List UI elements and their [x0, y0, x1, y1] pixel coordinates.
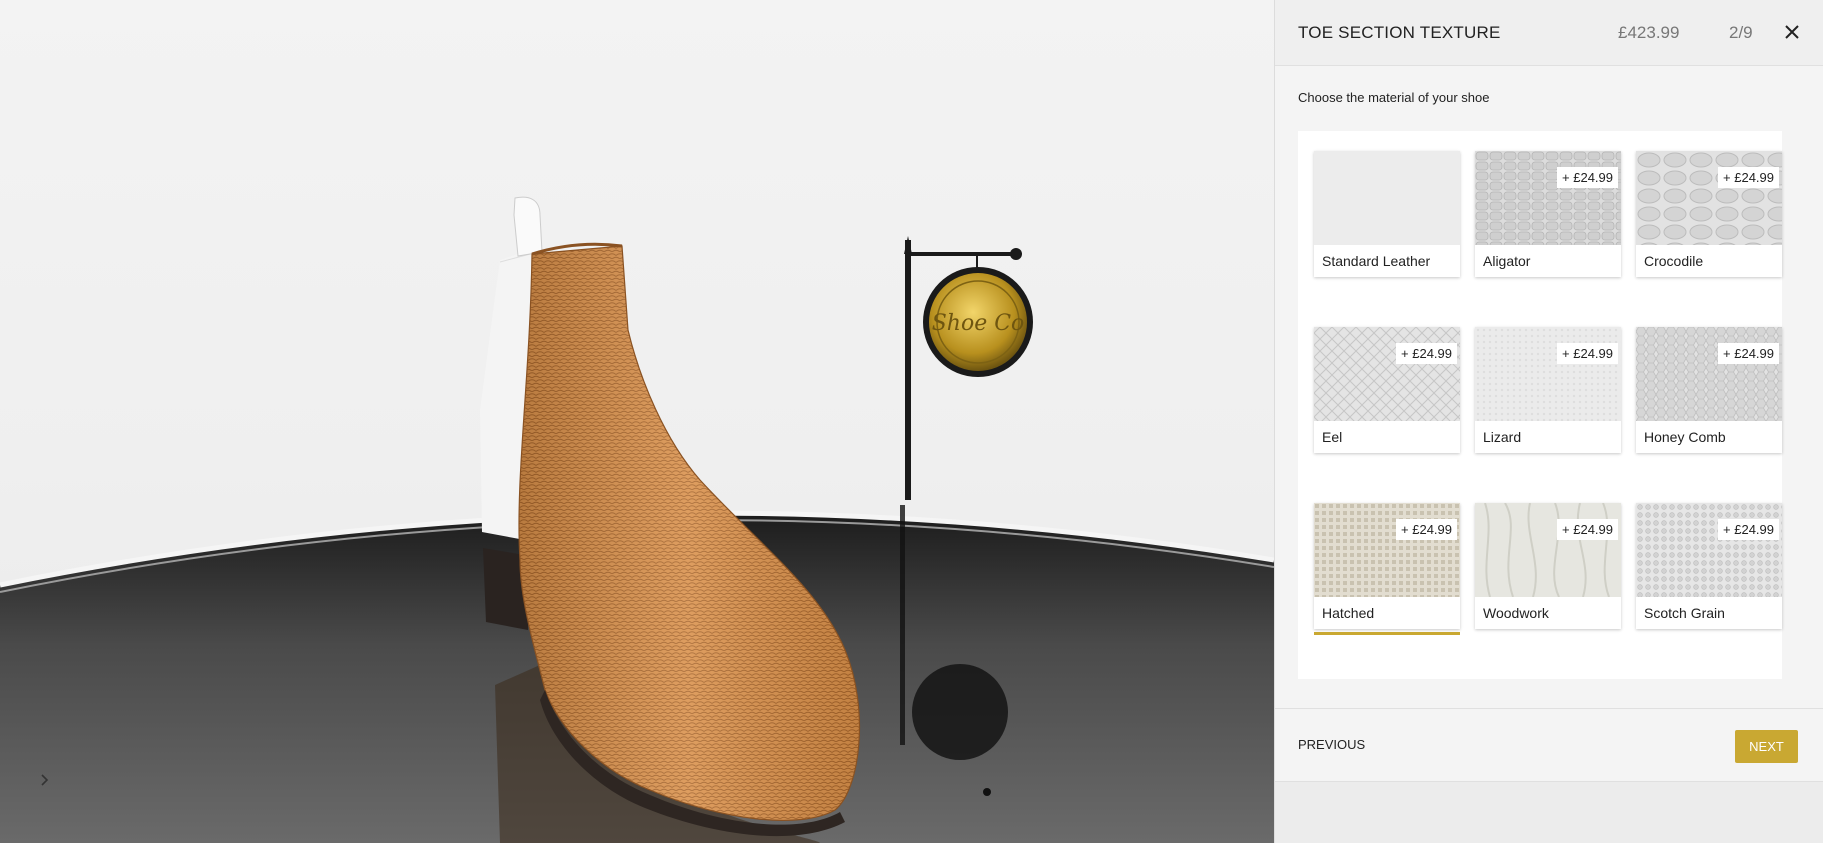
material-price: + £24.99	[1557, 167, 1618, 188]
material-name: Hatched	[1322, 605, 1375, 621]
shoe-scene[interactable]: Shoe Co	[0, 0, 1274, 843]
material-swatch	[1314, 327, 1460, 421]
panel-header: TOE SECTION TEXTURE £423.99 2/9	[1275, 0, 1823, 66]
instructions-text: Choose the material of your shoe	[1298, 90, 1490, 105]
material-swatch	[1636, 327, 1782, 421]
material-price: + £24.99	[1557, 343, 1618, 364]
step-title: TOE SECTION TEXTURE	[1298, 23, 1501, 42]
material-price: + £24.99	[1557, 519, 1618, 540]
material-grid: Standard Leather + £24.99 Aligator + £24…	[1298, 131, 1782, 679]
material-tile-aligator[interactable]: + £24.99 Aligator	[1475, 151, 1621, 277]
material-swatch	[1314, 503, 1460, 597]
material-tile-crocodile[interactable]: + £24.99 Crocodile	[1636, 151, 1782, 277]
3d-viewer[interactable]: Shoe Co	[0, 0, 1274, 843]
material-name: Standard Leather	[1322, 253, 1431, 269]
close-icon[interactable]	[1779, 19, 1805, 45]
material-tile-scotch-grain[interactable]: + £24.99 Scotch Grain	[1636, 503, 1782, 629]
material-name: Lizard	[1483, 429, 1522, 445]
panel-footer: PREVIOUS NEXT	[1275, 708, 1823, 782]
material-name: Eel	[1322, 429, 1343, 445]
material-price: + £24.99	[1718, 519, 1779, 540]
material-name: Woodwork	[1483, 605, 1549, 621]
customizer-panel: TOE SECTION TEXTURE £423.99 2/9 Choose t…	[1274, 0, 1823, 843]
material-tile-woodwork[interactable]: + £24.99 Woodwork	[1475, 503, 1621, 629]
material-price: + £24.99	[1396, 343, 1457, 364]
material-tile-honey-comb[interactable]: + £24.99 Honey Comb	[1636, 327, 1782, 453]
material-price: + £24.99	[1718, 343, 1779, 364]
material-swatch	[1475, 151, 1621, 245]
material-swatch	[1475, 503, 1621, 597]
next-button[interactable]: NEXT	[1735, 730, 1798, 763]
material-name: Crocodile	[1644, 253, 1704, 269]
material-tile-hatched[interactable]: + £24.99 Hatched	[1314, 503, 1460, 635]
material-price: + £24.99	[1396, 519, 1457, 540]
material-name: Scotch Grain	[1644, 605, 1725, 621]
panel-bottom-area	[1275, 782, 1823, 843]
material-tile-standard-leather[interactable]: Standard Leather	[1314, 151, 1460, 277]
material-swatch	[1636, 151, 1782, 245]
material-tile-lizard[interactable]: + £24.99 Lizard	[1475, 327, 1621, 453]
step-counter: 2/9	[1729, 23, 1753, 42]
sign-logo: Shoe Co	[932, 311, 1025, 336]
chevron-right-icon[interactable]	[40, 773, 70, 803]
material-swatch	[1314, 151, 1460, 245]
material-name: Honey Comb	[1644, 429, 1726, 445]
previous-button[interactable]: PREVIOUS	[1298, 737, 1365, 752]
material-price: + £24.99	[1718, 167, 1779, 188]
material-tile-eel[interactable]: + £24.99 Eel	[1314, 327, 1460, 453]
material-name: Aligator	[1483, 253, 1531, 269]
material-swatch	[1475, 327, 1621, 421]
material-swatch	[1636, 503, 1782, 597]
total-price: £423.99	[1618, 23, 1680, 42]
